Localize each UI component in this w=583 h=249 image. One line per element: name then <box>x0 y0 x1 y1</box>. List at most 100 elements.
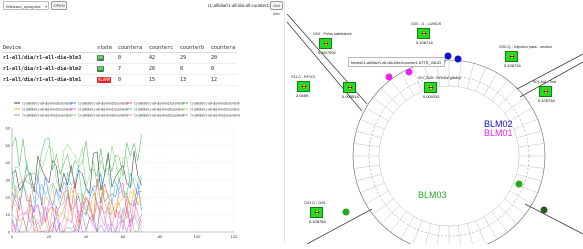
y-tick-label: 60 <box>6 126 11 131</box>
blm03-marker[interactable] <box>515 180 523 188</box>
x-tick-label: 0 <box>11 234 14 239</box>
blm-value: 0.105734 <box>538 98 555 103</box>
table-row[interactable]: r1-all/dia/r1-all-dia-blm3 ON 0 42 29 20 <box>2 52 237 64</box>
state-badge: ALARM <box>97 77 112 83</box>
ring-segment <box>491 79 508 101</box>
ring-segment <box>365 107 389 122</box>
x-tick-label: 120 <box>231 234 238 239</box>
blm-title: G00 - D - LUMOS <box>411 22 442 26</box>
blm-title: G00 - Polso sabbiatore <box>313 32 352 36</box>
ring-segment <box>457 225 461 244</box>
blm01-marker[interactable] <box>385 73 393 81</box>
ring-segment <box>412 220 423 244</box>
legend-entry[interactable]: r1-all/dia/r1-all-dia-blm2/countera <box>78 101 128 105</box>
blm-title: S11.0 - RF/XX <box>291 75 316 79</box>
trend-chart: 0 10 20 30 40 50 60 0 20 40 60 80 100 120 r1-all/dia/r… <box>0 98 283 244</box>
ring-segment <box>360 182 385 193</box>
cell-value: 7 <box>117 63 148 75</box>
ring-segment <box>498 88 517 107</box>
x-tick-label: 60 <box>121 234 126 239</box>
ring-segment <box>356 131 382 139</box>
blm-title: G00-Q - injection pass - section <box>499 45 553 49</box>
legend-entry[interactable]: r1-all/dia/r1-all-dia-blm3/counterc <box>134 107 184 111</box>
blm-widget[interactable] <box>310 207 323 218</box>
legend-entry[interactable]: r1-all/dia/r1-all-dia-blm2/counterd <box>134 113 184 117</box>
ring-segment <box>516 173 542 181</box>
state-cell: ON <box>96 63 117 75</box>
blm-value: 0.16/7092 <box>318 50 336 55</box>
table-row[interactable]: r1-all/dia/r1-all-dia-blm1 ALARM 0 15 13 12 <box>2 74 237 86</box>
x-tick-label: 20 <box>47 234 52 239</box>
series-line <box>11 134 142 178</box>
get-info-button[interactable]: Get info <box>270 1 283 16</box>
blm-widget[interactable] <box>297 81 310 92</box>
blm-value: 0.106734 <box>504 63 521 68</box>
chevron-down-icon: ▾ <box>44 4 47 9</box>
panel-divider <box>284 0 285 244</box>
synoptic-select-value: Wildcard_synoptics <box>6 4 41 9</box>
ring-segment <box>466 63 474 89</box>
radiation-icon <box>509 54 515 59</box>
trend-chart-svg: 01020304050600 20 40 60 80 100 120r1-all/dia/r… <box>6 101 240 239</box>
legend-entry[interactable]: r1-all/dia/r1-all-dia-blm1/counterb <box>78 107 128 111</box>
table-row[interactable]: r1-all/dia/r1-all-dia-blm2 ON 7 26 8 0 <box>2 63 237 75</box>
cell-value: 29 <box>179 52 210 64</box>
blm02-marker[interactable] <box>444 52 452 60</box>
label-blm03[interactable]: BLM03 <box>418 190 447 200</box>
blm02-marker[interactable] <box>454 55 462 63</box>
device-name: r1-all/dia/r1-all-dia-blm3 <box>2 52 96 64</box>
x-tick-label: 40 <box>84 234 89 239</box>
legend-entry[interactable]: r1-all/dia/r1-all-dia-blm2/counterb <box>22 107 72 111</box>
device-name: r1-all/dia/r1-all-dia-blm2 <box>2 63 96 75</box>
legend-entry[interactable]: r1-all/dia/r1-all-dia-blm1/countera <box>134 101 184 105</box>
ring-segment <box>353 143 380 148</box>
ring-segment <box>516 131 542 139</box>
column-header-device: Device <box>2 44 96 53</box>
synoptic-select[interactable]: Wildcard_synoptics ▾ <box>3 1 49 10</box>
device-name: r1-all/dia/r1-all-dia-blm1 <box>2 74 96 86</box>
cell-value: 8 <box>179 63 210 75</box>
cell-value: 42 <box>148 52 179 64</box>
blm-widget[interactable] <box>417 28 430 39</box>
legend-entry[interactable]: r1-all/dia/r1-all-dia-blm1/counterd <box>190 113 240 117</box>
column-header-counterb: counterb <box>179 44 210 53</box>
blm-widget[interactable] <box>319 38 332 49</box>
blm-widget[interactable] <box>539 86 552 97</box>
radiation-icon <box>347 85 353 90</box>
ring-segment <box>513 119 538 130</box>
blm01-marker[interactable] <box>405 68 413 76</box>
label-blm01[interactable]: BLM01 <box>484 128 513 138</box>
blm03-marker[interactable] <box>342 208 350 216</box>
ring-segment <box>457 60 462 87</box>
ring-segment <box>518 143 545 148</box>
blm-value: 0.106714 <box>416 40 433 45</box>
table-header-row: Device state countera counterc counterb … <box>2 44 237 53</box>
legend-entry[interactable]: r1-all/dia/r1-all-dia-blm3/counterb <box>190 101 240 105</box>
attribute-tooltip: bmsts/r1-all/dia/r1-all-dia-blm1/counter… <box>348 57 445 67</box>
legend-entry[interactable]: r1-all/dia/r1-all-dia-blm1/counterc <box>22 113 72 117</box>
y-tick-label: 10 <box>6 212 11 217</box>
ring-segment <box>390 79 407 101</box>
ring-segment <box>483 216 498 240</box>
ring-segment <box>509 107 533 122</box>
legend-entry[interactable]: r1-all/dia/r1-all-dia-blm3/counterd <box>78 113 128 117</box>
legend-entry[interactable]: r1-all/dia/r1-all-dia-blm3/countera <box>22 101 72 105</box>
blm-widget[interactable] <box>424 82 437 93</box>
synoptic-panel: G00 - Polso sabbiatore 0.16/7092 G00 - D -… <box>287 14 583 244</box>
blm-marker[interactable] <box>540 206 548 214</box>
blm-title: S01-NA - Test <box>533 80 557 84</box>
ring-segment <box>483 72 498 96</box>
blm-widget[interactable] <box>343 82 356 93</box>
ring-segment <box>400 72 415 96</box>
radiation-icon <box>301 84 307 89</box>
left-panel: Wildcard_synoptics ▾ OPEN r1-all/dia/r1-… <box>0 0 283 244</box>
open-button[interactable]: OPEN <box>51 1 67 10</box>
state-badge: ON <box>97 55 104 61</box>
blm-widget[interactable] <box>505 51 518 62</box>
radiation-icon <box>428 85 434 90</box>
ring-segment <box>466 223 473 244</box>
legend-entry[interactable]: r1-all/dia/r1-all-dia-blm2/counterc <box>190 107 240 111</box>
ring-segment <box>437 225 441 244</box>
radiation-icon <box>421 31 427 36</box>
blm-value: 2.0459 <box>296 93 309 98</box>
